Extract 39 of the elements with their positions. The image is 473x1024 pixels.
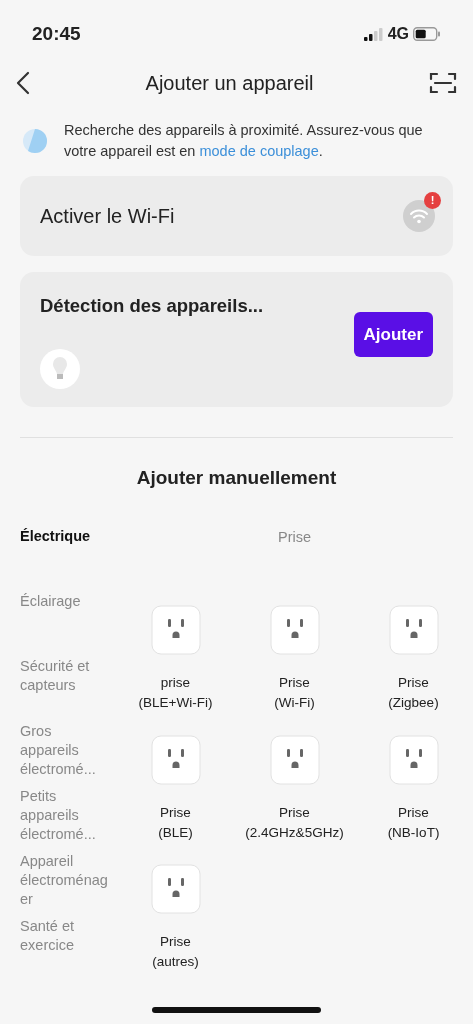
detection-title: Détection des appareils...: [40, 294, 264, 318]
device-tile[interactable]: Prise (NB-IoT): [354, 734, 473, 852]
alert-badge: !: [424, 192, 441, 209]
device-tile[interactable]: Prise (2.4GHz&5GHz): [235, 734, 354, 852]
device-label: Prise (Wi-Fi): [274, 674, 315, 712]
device-tile[interactable]: Prise (Wi-Fi): [235, 605, 354, 723]
outlet-icon: [388, 734, 439, 785]
battery-icon: [413, 27, 441, 41]
outlet-icon: [150, 864, 201, 914]
device-label: Prise (autres): [152, 933, 199, 971]
bulb-icon: [40, 349, 80, 389]
loading-icon: [22, 128, 48, 154]
status-time: 20:45: [32, 21, 81, 46]
network-label: 4G: [387, 24, 409, 44]
device-tile[interactable]: Prise (autres): [116, 864, 235, 982]
scan-icon[interactable]: [429, 71, 457, 95]
signal-icon: [363, 27, 384, 41]
outlet-icon: [269, 734, 320, 785]
notice-text: Recherche des appareils à proximité. Assurez-vous que votre appareil est en mode de couplage.: [64, 121, 424, 161]
wifi-card[interactable]: Activer le Wi-Fi !: [20, 176, 453, 256]
device-label: Prise (Zigbee): [388, 674, 439, 712]
device-tile[interactable]: Prise (Zigbee): [354, 605, 473, 723]
subcategory-title: Prise: [276, 527, 312, 547]
page-title: Ajouter un appareil: [145, 71, 314, 96]
device-label: Prise (2.4GHz&5GHz): [245, 803, 344, 842]
outlet-icon: [269, 605, 320, 655]
section-heading: Ajouter manuellement: [135, 466, 338, 490]
outlet-icon: [150, 605, 201, 655]
wifi-label: Activer le Wi-Fi: [40, 204, 175, 229]
category-item[interactable]: Électrique: [20, 526, 112, 592]
device-label: prise (BLE+Wi-Fi): [138, 674, 213, 712]
outlet-icon: [388, 605, 439, 655]
add-button[interactable]: Ajouter: [353, 311, 433, 358]
device-tile[interactable]: Prise (BLE): [116, 734, 235, 852]
device-label: Prise (BLE): [158, 803, 193, 842]
back-icon[interactable]: [16, 71, 30, 95]
device-label: Prise (NB-IoT): [387, 803, 440, 842]
device-tile[interactable]: prise (BLE+Wi-Fi): [116, 605, 235, 723]
outlet-icon: [150, 734, 201, 785]
